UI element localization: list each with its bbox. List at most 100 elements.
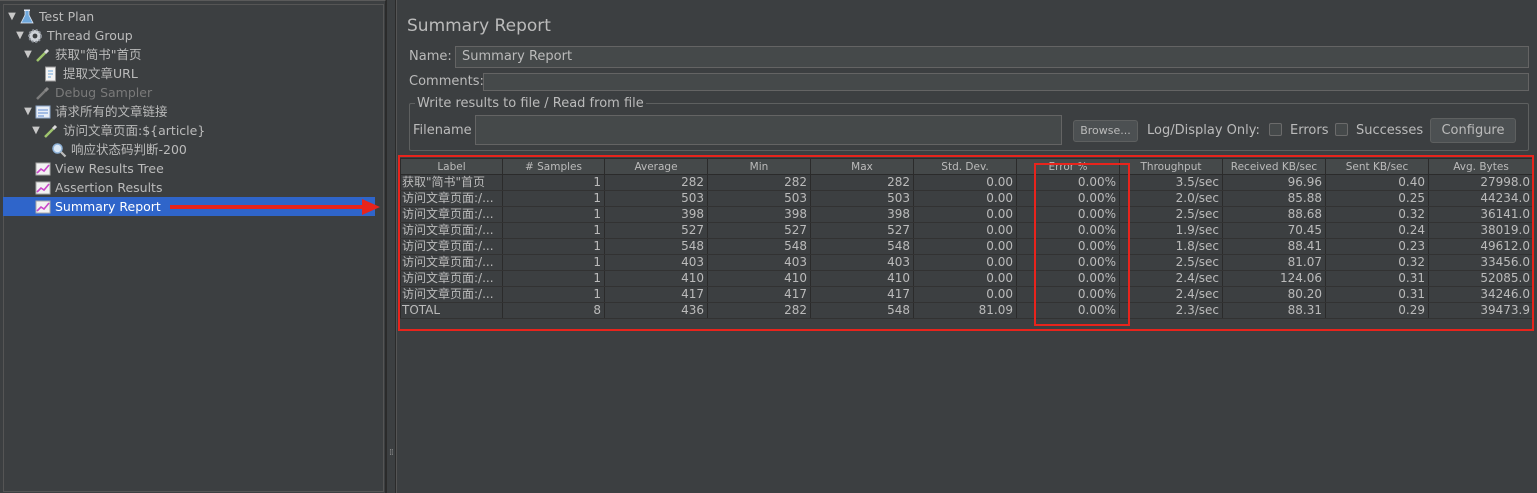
column-header[interactable]: Throughput [1119, 158, 1223, 175]
successes-checkbox[interactable] [1335, 123, 1348, 136]
flask-icon [18, 8, 35, 25]
table-cell: 96.96 [1222, 174, 1326, 191]
table-cell: 访问文章页面:/... [400, 254, 503, 271]
tree-item-view-results-tree[interactable]: View Results Tree [34, 159, 164, 178]
table-row[interactable]: 获取"简书"首页 1 282 282 282 0.00 0.00% 3.5/sec 96.96 0… [400, 174, 1534, 191]
tree-item-label: Assertion Results [55, 180, 163, 195]
table-row[interactable]: 访问文章页面:/... 1 527 527 527 0.00 0.00% 1.9/sec 70.… [400, 222, 1534, 239]
table-row[interactable]: 访问文章页面:/... 1 410 410 410 0.00 0.00% 2.4/sec 124… [400, 270, 1534, 287]
tree-item-debug-sampler[interactable]: Debug Sampler [34, 83, 152, 102]
expand-toggle-icon[interactable]: ▼ [22, 45, 34, 64]
column-header[interactable]: Received KB/sec [1222, 158, 1326, 175]
table-cell: 88.41 [1222, 238, 1326, 255]
table-cell: 0.00% [1016, 238, 1120, 255]
table-cell: 0.25 [1325, 190, 1429, 207]
tree-item-label: Test Plan [39, 9, 95, 24]
table-cell: 0.00 [913, 174, 1017, 191]
column-header[interactable]: Avg. Bytes [1428, 158, 1534, 175]
annotation-arrow-icon [170, 199, 380, 215]
table-cell: 访问文章页面:/... [400, 238, 503, 255]
configure-button[interactable]: Configure [1430, 118, 1516, 143]
table-row[interactable]: 访问文章页面:/... 1 503 503 503 0.00 0.00% 2.0/sec 85.… [400, 190, 1534, 207]
chart-icon [34, 198, 51, 215]
split-pane-divider[interactable]: ⁞⁞ [386, 0, 396, 493]
tree-item-http-request-home[interactable]: ▼ 获取"简书"首页 [22, 45, 141, 64]
column-header[interactable]: Std. Dev. [913, 158, 1017, 175]
table-cell: 548 [604, 238, 708, 255]
table-cell: 0.00 [913, 206, 1017, 223]
table-cell: 39473.9 [1428, 302, 1534, 319]
table-cell: 0.00% [1016, 206, 1120, 223]
tree-item-label: 访问文章页面:${article} [63, 123, 206, 138]
table-cell: 0.31 [1325, 270, 1429, 287]
table-cell: 27998.0 [1428, 174, 1534, 191]
tree-item-test-plan[interactable]: ▼ Test Plan [6, 7, 94, 26]
expand-toggle-icon[interactable]: ▼ [6, 7, 18, 26]
table-cell: 417 [810, 286, 914, 303]
column-header[interactable]: Average [604, 158, 708, 175]
browse-button[interactable]: Browse... [1073, 120, 1138, 142]
table-cell: 0.23 [1325, 238, 1429, 255]
tree-item-label: Debug Sampler [55, 85, 153, 100]
table-row[interactable]: 访问文章页面:/... 1 548 548 548 0.00 0.00% 1.8/sec 88.… [400, 238, 1534, 255]
table-header-row: Label # Samples Average Min Max Std. Dev… [400, 158, 1534, 175]
summary-report-panel: Summary Report Name: Summary Report Comm… [396, 0, 1537, 493]
table-cell: 80.20 [1222, 286, 1326, 303]
comments-field[interactable] [483, 73, 1529, 91]
table-cell: 1 [502, 254, 605, 271]
table-cell: 527 [707, 222, 811, 239]
table-cell: 2.0/sec [1119, 190, 1223, 207]
table-cell: 0.00 [913, 286, 1017, 303]
table-cell: 1 [502, 270, 605, 287]
table-cell: 0.00% [1016, 190, 1120, 207]
table-cell: 0.32 [1325, 206, 1429, 223]
table-row[interactable]: 访问文章页面:/... 1 398 398 398 0.00 0.00% 2.5/sec 88.… [400, 206, 1534, 223]
errors-checkbox[interactable] [1269, 123, 1282, 136]
column-header[interactable]: Label [400, 158, 503, 175]
table-cell: 0.00 [913, 222, 1017, 239]
column-header[interactable]: Error % [1016, 158, 1120, 175]
table-cell: 2.5/sec [1119, 254, 1223, 271]
table-cell: 417 [707, 286, 811, 303]
table-cell: 417 [604, 286, 708, 303]
column-header[interactable]: Sent KB/sec [1325, 158, 1429, 175]
table-cell: 2.3/sec [1119, 302, 1223, 319]
tree-item-label: 响应状态码判断-200 [71, 142, 187, 157]
table-cell: 0.24 [1325, 222, 1429, 239]
table-cell: 282 [707, 302, 811, 319]
table-cell: 548 [707, 238, 811, 255]
table-total-row[interactable]: TOTAL 8 436 282 548 81.09 0.00% 2.3/sec 88.31 0.2… [400, 302, 1534, 319]
tree-item-loop-controller[interactable]: ▼ 请求所有的文章链接 [22, 102, 167, 121]
table-row[interactable]: 访问文章页面:/... 1 417 417 417 0.00 0.00% 2.4/sec 80.… [400, 286, 1534, 303]
tree-item-assertion-results[interactable]: Assertion Results [34, 178, 162, 197]
table-cell: 0.00 [913, 254, 1017, 271]
name-field[interactable]: Summary Report [455, 46, 1529, 68]
table-cell: 1 [502, 238, 605, 255]
expand-toggle-icon[interactable]: ▼ [22, 102, 34, 121]
table-cell: 436 [604, 302, 708, 319]
table-cell: 访问文章页面:/... [400, 270, 503, 287]
table-cell: 3.5/sec [1119, 174, 1223, 191]
tree-item-thread-group[interactable]: ▼ Thread Group [14, 26, 133, 45]
table-cell: 527 [604, 222, 708, 239]
table-cell: 1.9/sec [1119, 222, 1223, 239]
divider-grip-icon[interactable]: ⁞⁞ [389, 448, 394, 458]
table-cell: 282 [707, 174, 811, 191]
table-row[interactable]: 访问文章页面:/... 1 403 403 403 0.00 0.00% 2.5/sec 81.… [400, 254, 1534, 271]
table-cell: TOTAL [400, 302, 503, 319]
document-icon [42, 65, 59, 82]
table-cell: 124.06 [1222, 270, 1326, 287]
column-header[interactable]: Min [707, 158, 811, 175]
table-cell: 403 [604, 254, 708, 271]
test-plan-tree: ▼ Test Plan ▼ Thread Group ▼ 获取"简书"首页 提取… [0, 0, 386, 493]
tree-item-label: View Results Tree [55, 161, 164, 176]
tree-item-response-assertion[interactable]: 响应状态码判断-200 [50, 140, 187, 159]
table-cell: 36141.0 [1428, 206, 1534, 223]
tree-item-visit-article[interactable]: ▼ 访问文章页面:${article} [30, 121, 205, 140]
tree-item-extract-url[interactable]: 提取文章URL [42, 64, 138, 83]
column-header[interactable]: Max [810, 158, 914, 175]
filename-input[interactable] [475, 115, 1062, 145]
expand-toggle-icon[interactable]: ▼ [30, 121, 42, 140]
column-header[interactable]: # Samples [502, 158, 605, 175]
expand-toggle-icon[interactable]: ▼ [14, 26, 26, 45]
